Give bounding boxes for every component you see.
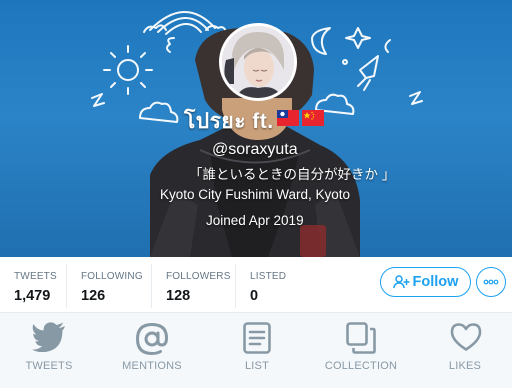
tab-tweets-label: TWEETS [25,360,73,372]
stat-following-label: FOLLOWING [81,271,143,282]
tab-list-label: LIST [244,360,270,372]
profile-location: Kyoto City Fushimi Ward, Kyoto [160,187,351,202]
bird-icon [32,322,65,352]
list-icon [243,322,271,354]
display-name: โปรยะ ft. [184,109,324,135]
stat-followers[interactable]: FOLLOWERS 128 [151,264,237,308]
stat-listed-value: 0 [250,288,259,304]
profile-bio: 「誰といるときの自分が好きか 」 [189,167,396,182]
more-options-button[interactable] [476,267,506,297]
user-handle: @soraxyuta [212,141,298,158]
profile-banner: โปรยะ ft. @soraxyuta 「誰といるときの自分が好きか 」 Ky… [0,0,512,257]
add-user-icon [392,275,410,289]
stat-followers-label: FOLLOWERS [166,271,231,282]
profile-header-text: โปรยะ ft. @soraxyuta 「誰といるときの自分が好きか 」 Ky… [0,0,512,257]
join-date: Joined Apr 2019 [206,213,304,228]
stat-tweets-value: 1,479 [14,288,51,304]
china-flag-icon [301,107,324,133]
tab-collection[interactable]: COLLECTION [322,313,400,388]
follow-button-label: Follow [412,274,459,290]
stat-listed-label: LISTED [250,271,287,282]
tab-list[interactable]: LIST [222,313,292,388]
tab-likes[interactable]: LIKES [430,313,500,388]
tab-likes-label: LIKES [448,360,482,372]
tab-mentions-label: MENTIONS [122,360,182,372]
stat-followers-value: 128 [166,288,191,304]
taiwan-flag-icon [276,107,299,133]
stat-following[interactable]: FOLLOWING 126 [66,264,152,308]
stat-following-value: 126 [81,288,106,304]
tab-collection-label: COLLECTION [324,360,398,372]
collection-icon [346,322,376,354]
stat-tweets-label: TWEETS [14,271,57,282]
tab-mentions[interactable]: MENTIONS [112,313,192,388]
display-name-text: โปรยะ ft. [184,110,274,133]
heart-icon [450,323,482,351]
stat-tweets[interactable]: TWEETS 1,479 [0,264,66,308]
more-dots-icon [483,279,499,285]
at-sign-icon [135,322,169,356]
tab-tweets[interactable]: TWEETS [12,313,86,388]
stat-listed[interactable]: LISTED 0 [235,264,305,308]
profile-tab-bar: TWEETS MENTIONS LIST COLLECTION LIKES [0,313,512,388]
follow-button[interactable]: Follow [380,267,471,297]
